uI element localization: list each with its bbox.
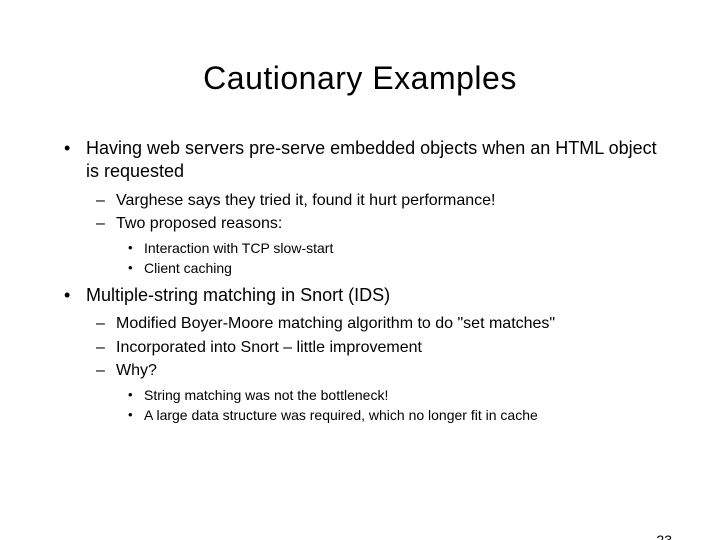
sub-list: Modified Boyer-Moore matching algorithm …: [86, 313, 662, 425]
slide-content: Having web servers pre-serve embedded ob…: [0, 137, 720, 425]
sub-text: Varghese says they tried it, found it hu…: [116, 192, 495, 209]
subsub-item: String matching was not the bottleneck!: [116, 386, 662, 405]
sub-list: Varghese says they tried it, found it hu…: [86, 190, 662, 278]
sub-text: Why?: [116, 362, 157, 379]
bullet-text: Multiple-string matching in Snort (IDS): [86, 285, 390, 305]
sub-item: Varghese says they tried it, found it hu…: [86, 190, 662, 212]
subsub-item: A large data structure was required, whi…: [116, 406, 662, 425]
bullet-item: Multiple-string matching in Snort (IDS) …: [58, 284, 662, 425]
bullet-item: Having web servers pre-serve embedded ob…: [58, 137, 662, 278]
sub-text: Two proposed reasons:: [116, 215, 282, 232]
page-number: 23: [656, 532, 672, 540]
subsub-item: Interaction with TCP slow-start: [116, 239, 662, 258]
subsub-text: String matching was not the bottleneck!: [144, 387, 388, 403]
sub-item: Why? String matching was not the bottlen…: [86, 360, 662, 424]
slide-title: Cautionary Examples: [0, 60, 720, 97]
sub-text: Modified Boyer-Moore matching algorithm …: [116, 315, 555, 332]
subsub-list: Interaction with TCP slow-start Client c…: [116, 239, 662, 278]
slide: Cautionary Examples Having web servers p…: [0, 60, 720, 540]
subsub-text: A large data structure was required, whi…: [144, 407, 538, 423]
bullet-text: Having web servers pre-serve embedded ob…: [86, 138, 657, 181]
sub-text: Incorporated into Snort – little improve…: [116, 339, 422, 356]
subsub-list: String matching was not the bottleneck! …: [116, 386, 662, 425]
subsub-text: Interaction with TCP slow-start: [144, 240, 333, 256]
sub-item: Incorporated into Snort – little improve…: [86, 337, 662, 359]
sub-item: Two proposed reasons: Interaction with T…: [86, 213, 662, 277]
subsub-item: Client caching: [116, 259, 662, 278]
bullet-list: Having web servers pre-serve embedded ob…: [58, 137, 662, 425]
subsub-text: Client caching: [144, 260, 232, 276]
sub-item: Modified Boyer-Moore matching algorithm …: [86, 313, 662, 335]
